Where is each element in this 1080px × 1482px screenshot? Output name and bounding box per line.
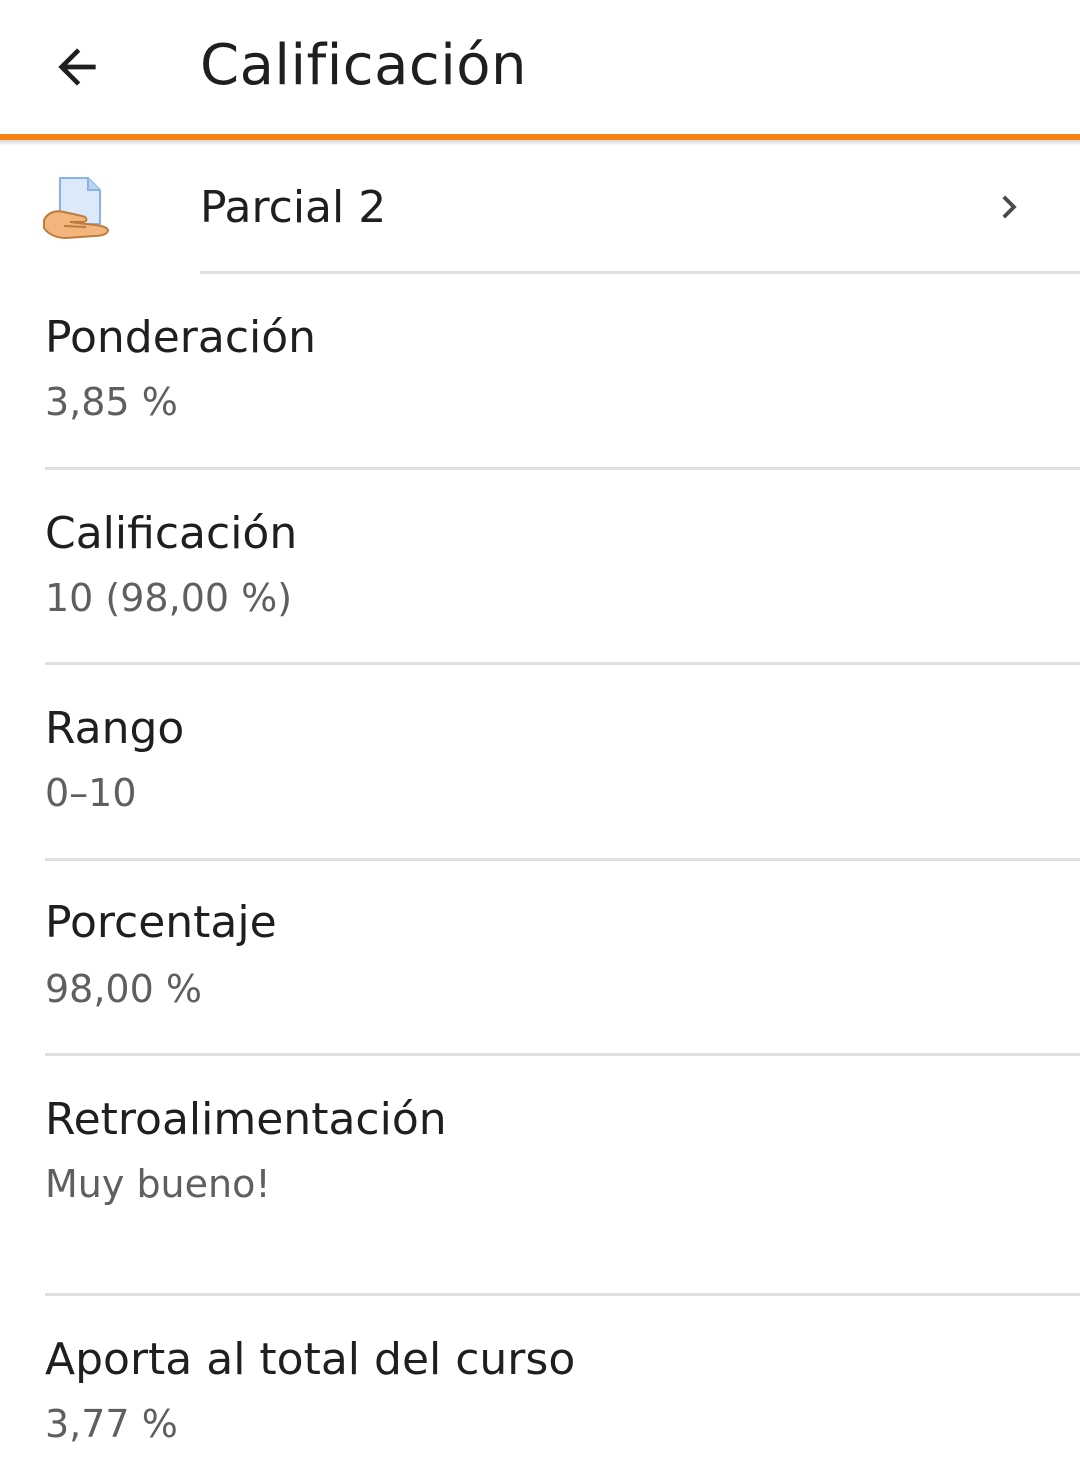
field-value: 0–10 xyxy=(45,771,137,815)
app-bar: Calificación xyxy=(0,0,1080,134)
field-value: 3,77 % xyxy=(45,1402,178,1446)
grade-item-row[interactable]: Parcial 2 xyxy=(0,146,1080,272)
field-label: Porcentaje xyxy=(45,897,277,948)
divider xyxy=(45,467,1080,470)
field-value: Muy bueno! xyxy=(45,1162,271,1206)
divider xyxy=(45,662,1080,665)
divider xyxy=(45,858,1080,861)
grade-item-label: Parcial 2 xyxy=(200,182,387,233)
field-label: Calificación xyxy=(45,508,298,559)
arrow-back-icon xyxy=(58,48,96,86)
field-label: Rango xyxy=(45,703,185,754)
page-title: Calificación xyxy=(200,33,528,98)
assignment-icon xyxy=(43,177,110,240)
divider xyxy=(200,271,1080,274)
field-label: Ponderación xyxy=(45,312,317,363)
field-label: Aporta al total del curso xyxy=(45,1334,576,1385)
field-label: Retroalimentación xyxy=(45,1094,447,1145)
field-value: 10 (98,00 %) xyxy=(45,576,293,620)
divider xyxy=(45,1053,1080,1056)
back-button[interactable] xyxy=(44,34,110,100)
field-value: 98,00 % xyxy=(45,967,202,1011)
field-value: 3,85 % xyxy=(45,380,178,424)
chevron-right-icon xyxy=(1002,195,1017,219)
divider xyxy=(45,1293,1080,1296)
